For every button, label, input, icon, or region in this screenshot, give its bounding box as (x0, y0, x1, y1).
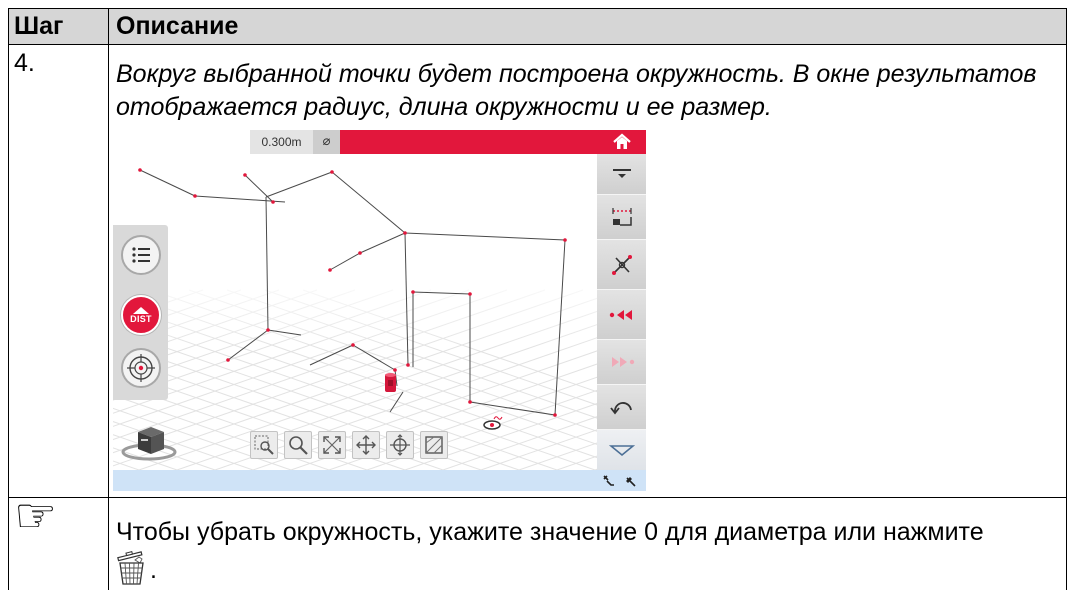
wireframe-segment (244, 174, 274, 203)
dist-button: DIST (121, 295, 161, 335)
status-icons (602, 474, 638, 487)
list-icon (132, 247, 150, 263)
next-point-button (597, 340, 646, 385)
view-box-icon (425, 436, 443, 454)
target-button (121, 348, 161, 388)
step-description: Вокруг выбранной точки будет построена о… (116, 60, 1037, 121)
intersect-button (597, 240, 646, 290)
point-marker (403, 231, 407, 235)
zoom-window-button (250, 431, 278, 459)
grid-fade (113, 270, 597, 350)
point-marker (358, 251, 362, 255)
level-down-button (597, 154, 646, 195)
orbit-button (386, 431, 414, 459)
trash-icon (117, 551, 144, 585)
point-marker (243, 173, 247, 177)
previous-point-icon (609, 309, 632, 320)
point-marker (330, 170, 334, 174)
zoom-extents-icon (323, 436, 341, 454)
laser-device-marker (385, 373, 396, 392)
wireframe-segment (404, 232, 566, 241)
step-number: 4. (9, 45, 109, 497)
link-icon (626, 477, 636, 487)
point-marker (271, 200, 275, 204)
note-icon-line: . (113, 549, 1060, 585)
previous-point-button (597, 290, 646, 340)
distance-value: 0.300m (261, 135, 302, 149)
note-description-cell: Чтобы убрать окружность, укажите значени… (109, 498, 1066, 590)
zoom-icon (289, 436, 308, 455)
wireframe-segment (389, 391, 404, 413)
pointing-hand-icon (14, 492, 108, 540)
measure-button (597, 195, 646, 240)
wireframe-segment (139, 169, 196, 197)
dist-label: DIST (130, 313, 152, 324)
note-icon-cell (9, 498, 109, 590)
connection-icon (603, 475, 614, 486)
zoom-window-icon (254, 435, 274, 455)
zoom-extents-button (318, 431, 346, 459)
wireframe-segment (329, 252, 361, 271)
pan-button (352, 431, 380, 459)
undo-button (597, 385, 646, 430)
view-toolbar (250, 431, 448, 459)
home-button (597, 130, 646, 154)
table-row: Чтобы убрать окружность, укажите значени… (9, 498, 1066, 590)
note-period: . (150, 556, 157, 584)
diameter-symbol: ⌀ (313, 130, 340, 154)
point-marker (193, 194, 197, 198)
note-text: Чтобы убрать окружность, укажите значени… (116, 518, 984, 546)
point-marker (393, 368, 397, 372)
instruction-table: Шаг Описание 4. Вокруг выбранной точки б… (8, 8, 1067, 590)
dropdown-icon (608, 445, 635, 457)
orbit-icon (390, 434, 410, 456)
zoom-button (284, 431, 312, 459)
dropdown-button (597, 430, 646, 470)
distance-value-field: 0.300m (250, 130, 313, 154)
navigation-cube-icon (121, 427, 177, 461)
point-marker (563, 238, 567, 242)
wireframe-segment (469, 401, 556, 416)
measure-icon (611, 208, 632, 226)
table-row: 4. Вокруг выбранной точки будет построен… (9, 45, 1066, 498)
home-icon (612, 133, 631, 149)
point-marker (411, 290, 415, 294)
title-bar-red (340, 130, 597, 154)
point-marker (468, 292, 472, 296)
header-description: Описание (116, 12, 239, 40)
point-marker (351, 343, 355, 347)
status-bar (113, 470, 646, 491)
step-description-cell: Вокруг выбранной точки будет построена о… (109, 45, 1066, 497)
point-marker (266, 328, 270, 332)
figure-top-bar: 0.300m ⌀ (113, 130, 646, 154)
undo-icon (609, 402, 632, 415)
wireframe-segment (359, 232, 406, 254)
left-panel: DIST (113, 225, 168, 400)
intersect-icon (611, 254, 632, 275)
screenshot-figure: 0.300m ⌀ DIST (113, 130, 646, 491)
point-marker (553, 413, 557, 417)
wireframe-segment (331, 171, 406, 234)
header-step: Шаг (9, 9, 109, 44)
circle-center-marker (483, 416, 503, 430)
table-header-row: Шаг Описание (9, 9, 1066, 45)
level-down-icon (612, 169, 631, 178)
view-box-button (420, 431, 448, 459)
point-marker (138, 168, 142, 172)
point-marker (226, 358, 230, 362)
point-marker (328, 268, 332, 272)
next-point-icon (611, 357, 634, 367)
point-marker (406, 363, 410, 367)
right-toolbar (597, 154, 646, 470)
target-icon (127, 354, 155, 382)
wireframe-segment (265, 171, 333, 198)
point-marker (468, 400, 472, 404)
dist-icon (133, 306, 149, 314)
pan-icon (356, 435, 376, 455)
list-button (121, 235, 161, 275)
